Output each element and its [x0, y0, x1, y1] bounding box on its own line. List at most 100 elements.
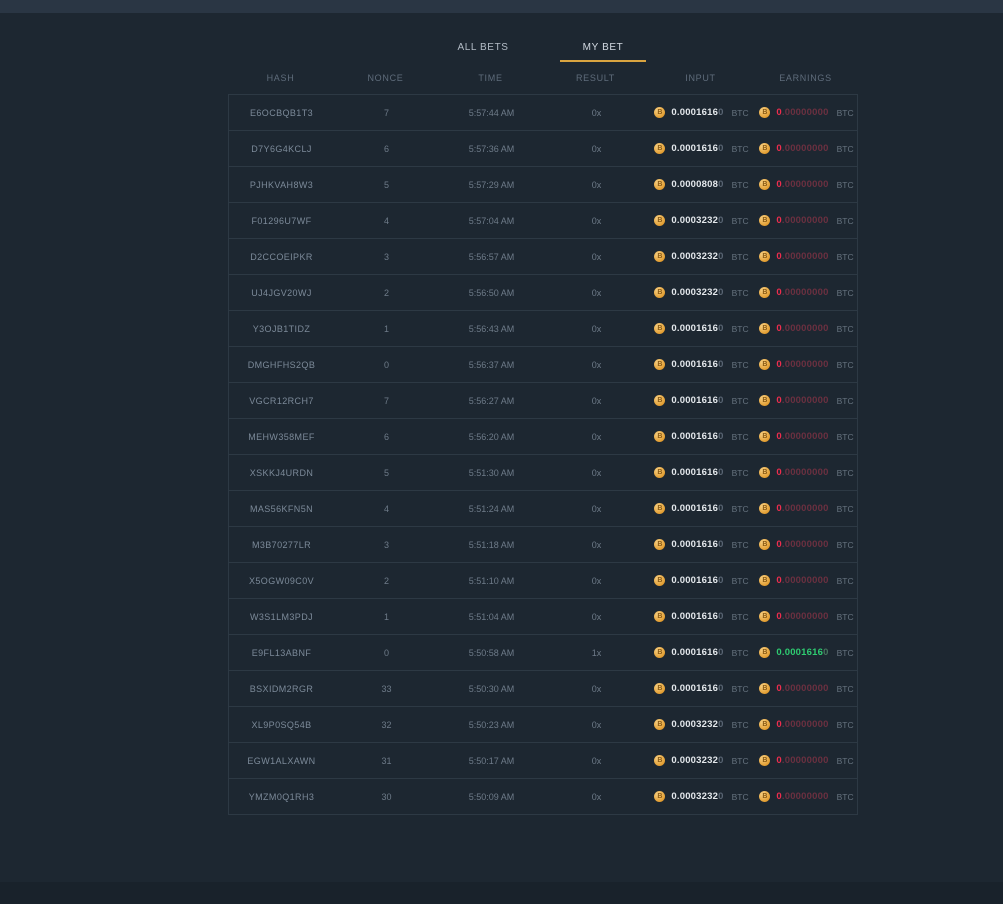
- table-row[interactable]: X5OGW09C0V 2 5:51:10 AM 0x B 0.00016160 …: [229, 563, 857, 599]
- table-row[interactable]: BSXIDM2RGR 33 5:50:30 AM 0x B 0.00016160…: [229, 671, 857, 707]
- bet-earnings-amount: B 0.00000000 BTC: [754, 791, 859, 802]
- input-value-main: 0.0001616: [671, 467, 718, 478]
- btc-coin-icon: B: [759, 179, 770, 190]
- table-row[interactable]: W3S1LM3PDJ 1 5:51:04 AM 0x B 0.00016160 …: [229, 599, 857, 635]
- btc-coin-icon: B: [759, 215, 770, 226]
- tab-all-bets[interactable]: ALL BETS: [440, 33, 526, 62]
- input-value: 0.00016160: [671, 575, 723, 586]
- bets-panel: ALL BETS MY BET HASH NONCE TIME RESULT I…: [228, 13, 858, 815]
- input-value-trailing-zero: 0: [718, 467, 723, 478]
- btc-coin-icon: B: [654, 611, 665, 622]
- table-row[interactable]: UJ4JGV20WJ 2 5:56:50 AM 0x B 0.00032320 …: [229, 275, 857, 311]
- table-row[interactable]: D2CCOEIPKR 3 5:56:57 AM 0x B 0.00032320 …: [229, 239, 857, 275]
- bet-hash: XSKKJ4URDN: [229, 468, 334, 478]
- bet-result-multiplier: 0x: [544, 252, 649, 262]
- table-row[interactable]: DMGHFHS2QB 0 5:56:37 AM 0x B 0.00016160 …: [229, 347, 857, 383]
- table-row[interactable]: EGW1ALXAWN 31 5:50:17 AM 0x B 0.00032320…: [229, 743, 857, 779]
- table-row[interactable]: XSKKJ4URDN 5 5:51:30 AM 0x B 0.00016160 …: [229, 455, 857, 491]
- currency-label: BTC: [732, 144, 749, 154]
- currency-label: BTC: [837, 180, 854, 190]
- input-value-main: 0.0001616: [671, 431, 718, 442]
- input-value-main: 0.0001616: [671, 611, 718, 622]
- table-row[interactable]: Y3OJB1TIDZ 1 5:56:43 AM 0x B 0.00016160 …: [229, 311, 857, 347]
- currency-label: BTC: [732, 756, 749, 766]
- bet-input-amount: B 0.00016160 BTC: [649, 359, 754, 370]
- earnings-value: 0.00000000: [776, 539, 828, 550]
- bet-input-amount: B 0.00016160 BTC: [649, 395, 754, 406]
- earnings-value-trailing: .00000000: [782, 539, 829, 550]
- table-row[interactable]: VGCR12RCH7 7 5:56:27 AM 0x B 0.00016160 …: [229, 383, 857, 419]
- table-row[interactable]: E9FL13ABNF 0 5:50:58 AM 1x B 0.00016160 …: [229, 635, 857, 671]
- currency-label: BTC: [732, 684, 749, 694]
- currency-label: BTC: [837, 252, 854, 262]
- btc-coin-icon: B: [759, 107, 770, 118]
- btc-coin-icon: B: [759, 251, 770, 262]
- input-value-trailing-zero: 0: [718, 143, 723, 154]
- bet-time: 5:57:29 AM: [439, 180, 544, 190]
- bet-input-amount: B 0.00016160 BTC: [649, 107, 754, 118]
- bet-earnings-amount: B 0.00000000 BTC: [754, 611, 859, 622]
- bet-time: 5:56:27 AM: [439, 396, 544, 406]
- table-row[interactable]: YMZM0Q1RH3 30 5:50:09 AM 0x B 0.00032320…: [229, 779, 857, 815]
- bet-time: 5:50:09 AM: [439, 792, 544, 802]
- table-row[interactable]: XL9P0SQ54B 32 5:50:23 AM 0x B 0.00032320…: [229, 707, 857, 743]
- bet-nonce: 2: [334, 288, 439, 298]
- input-value-main: 0.0001616: [671, 395, 718, 406]
- bet-earnings-amount: B 0.00000000 BTC: [754, 251, 859, 262]
- bet-input-amount: B 0.00032320 BTC: [649, 719, 754, 730]
- bet-result-multiplier: 0x: [544, 792, 649, 802]
- bet-earnings-amount: B 0.00000000 BTC: [754, 107, 859, 118]
- input-value: 0.00016160: [671, 323, 723, 334]
- bet-hash: EGW1ALXAWN: [229, 756, 334, 766]
- earnings-value: 0.00000000: [776, 359, 828, 370]
- currency-label: BTC: [837, 540, 854, 550]
- table-row[interactable]: PJHKVAH8W3 5 5:57:29 AM 0x B 0.00008080 …: [229, 167, 857, 203]
- currency-label: BTC: [732, 468, 749, 478]
- column-header-nonce: NONCE: [333, 73, 438, 83]
- bet-result-multiplier: 0x: [544, 756, 649, 766]
- bet-time: 5:57:36 AM: [439, 144, 544, 154]
- btc-coin-icon: B: [654, 143, 665, 154]
- table-row[interactable]: M3B70277LR 3 5:51:18 AM 0x B 0.00016160 …: [229, 527, 857, 563]
- earnings-value-trailing: .00000000: [782, 503, 829, 514]
- bet-result-multiplier: 1x: [544, 648, 649, 658]
- btc-coin-icon: B: [654, 683, 665, 694]
- table-row[interactable]: MAS56KFN5N 4 5:51:24 AM 0x B 0.00016160 …: [229, 491, 857, 527]
- table-row[interactable]: F01296U7WF 4 5:57:04 AM 0x B 0.00032320 …: [229, 203, 857, 239]
- bet-nonce: 7: [334, 108, 439, 118]
- btc-coin-icon: B: [654, 719, 665, 730]
- bet-nonce: 1: [334, 612, 439, 622]
- currency-label: BTC: [837, 324, 854, 334]
- currency-label: BTC: [837, 108, 854, 118]
- tab-my-bet[interactable]: MY BET: [560, 33, 646, 62]
- top-bar: [0, 0, 1003, 13]
- table-row[interactable]: D7Y6G4KCLJ 6 5:57:36 AM 0x B 0.00016160 …: [229, 131, 857, 167]
- input-value-main: 0.0001616: [671, 143, 718, 154]
- btc-coin-icon: B: [759, 611, 770, 622]
- input-value-trailing-zero: 0: [718, 107, 723, 118]
- bet-input-amount: B 0.00016160 BTC: [649, 467, 754, 478]
- bet-nonce: 5: [334, 468, 439, 478]
- currency-label: BTC: [732, 540, 749, 550]
- input-value-trailing-zero: 0: [718, 395, 723, 406]
- earnings-value-trailing: 0: [823, 647, 828, 658]
- bet-result-multiplier: 0x: [544, 540, 649, 550]
- table-row[interactable]: E6OCBQB1T3 7 5:57:44 AM 0x B 0.00016160 …: [229, 95, 857, 131]
- input-value-main: 0.0001616: [671, 323, 718, 334]
- currency-label: BTC: [837, 576, 854, 586]
- bet-earnings-amount: B 0.00000000 BTC: [754, 575, 859, 586]
- input-value-trailing-zero: 0: [718, 287, 723, 298]
- bet-earnings-amount: B 0.00000000 BTC: [754, 503, 859, 514]
- bet-nonce: 32: [334, 720, 439, 730]
- bet-input-amount: B 0.00016160 BTC: [649, 323, 754, 334]
- bet-earnings-amount: B 0.00016160 BTC: [754, 647, 859, 658]
- bet-nonce: 2: [334, 576, 439, 586]
- bet-hash: BSXIDM2RGR: [229, 684, 334, 694]
- earnings-value: 0.00000000: [776, 755, 828, 766]
- bet-time: 5:57:04 AM: [439, 216, 544, 226]
- input-value-main: 0.0001616: [671, 503, 718, 514]
- earnings-value-trailing: .00000000: [782, 323, 829, 334]
- bet-nonce: 0: [334, 648, 439, 658]
- earnings-value: 0.00016160: [776, 647, 828, 658]
- table-row[interactable]: MEHW358MEF 6 5:56:20 AM 0x B 0.00016160 …: [229, 419, 857, 455]
